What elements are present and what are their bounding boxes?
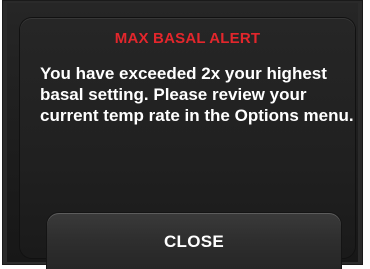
close-button-label: CLOSE bbox=[163, 232, 225, 251]
alert-message: You have exceeded 2x your highest basal … bbox=[40, 64, 354, 125]
alert-title: MAX BASAL ALERT bbox=[114, 30, 261, 47]
close-button[interactable]: CLOSE bbox=[47, 213, 341, 269]
